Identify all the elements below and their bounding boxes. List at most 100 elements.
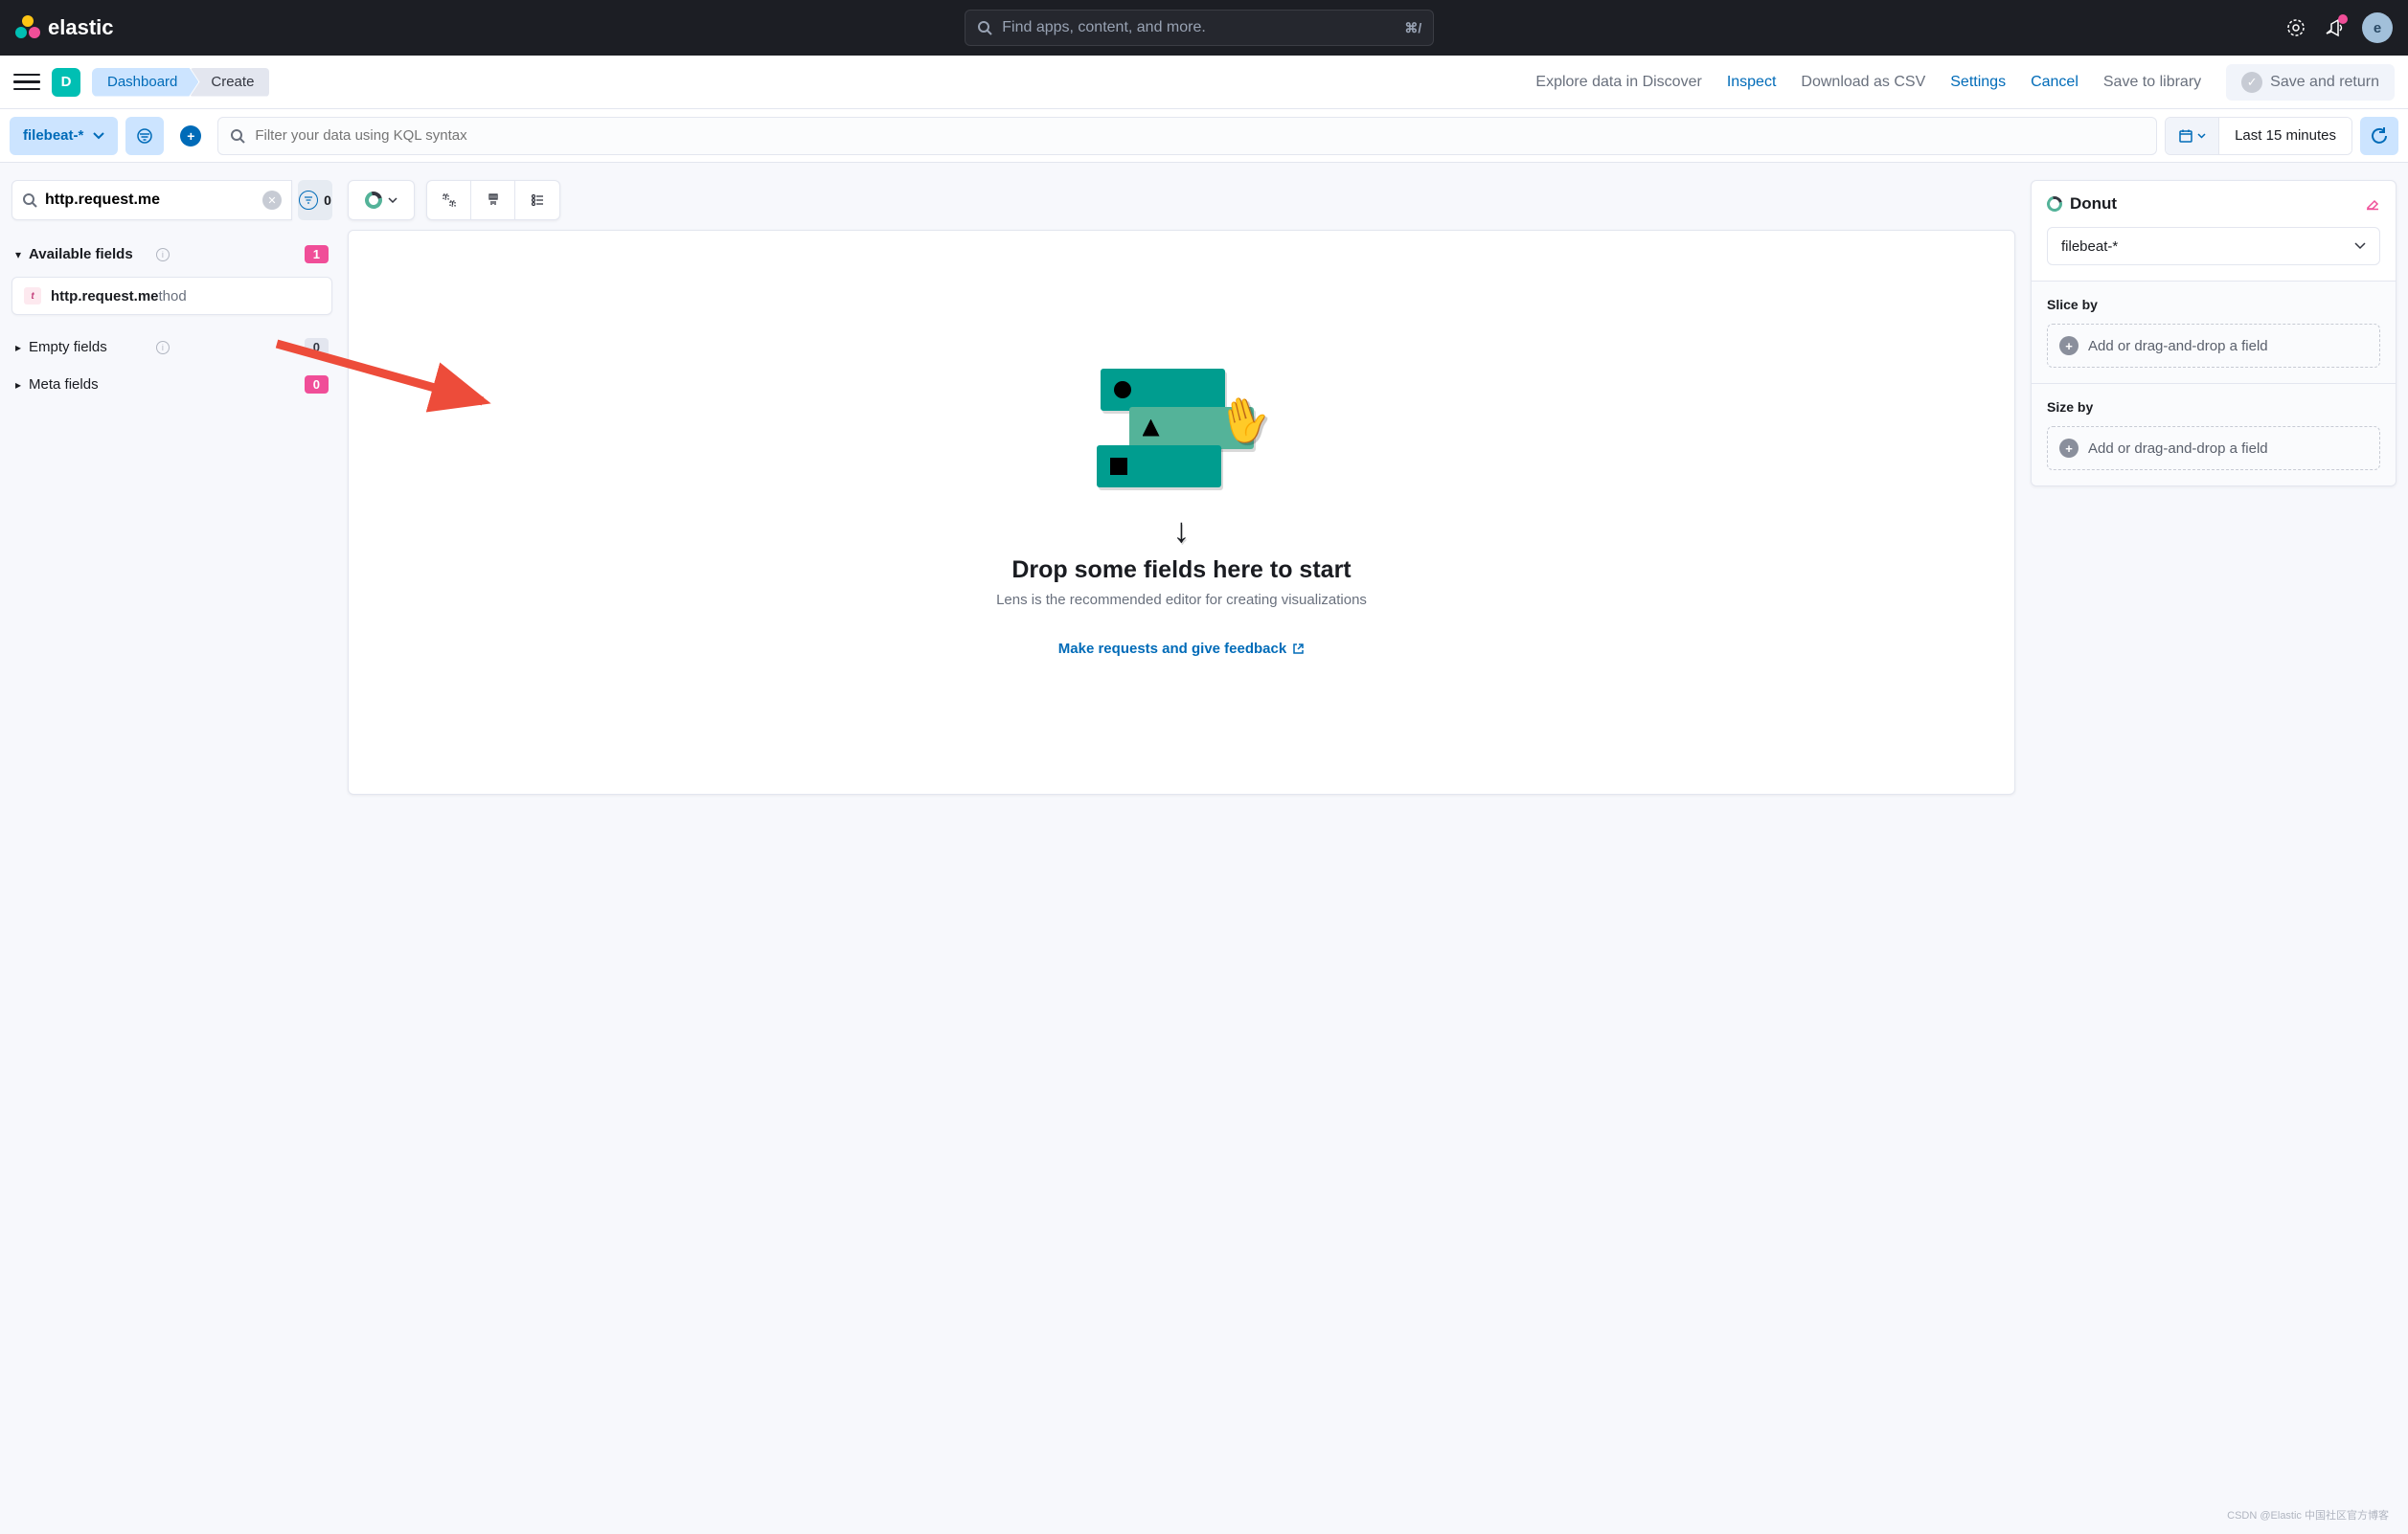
breadcrumb-dashboard[interactable]: Dashboard <box>92 68 198 97</box>
drop-illustration: ✋ <box>1101 369 1263 493</box>
app-header: D Dashboard Create Explore data in Disco… <box>0 56 2408 109</box>
donut-icon <box>362 189 386 213</box>
chevron-right-icon: ▸ <box>15 341 21 354</box>
brush-icon <box>486 192 501 208</box>
chevron-down-icon <box>2197 133 2206 139</box>
search-icon <box>230 128 245 144</box>
refresh-button[interactable] <box>2360 117 2398 155</box>
settings-option-button[interactable] <box>515 181 559 219</box>
data-view-label: filebeat-* <box>23 127 83 144</box>
chevron-down-icon <box>2354 242 2366 250</box>
kql-query-bar[interactable] <box>217 117 2157 155</box>
available-fields-header[interactable]: ▾ Available fields i 1 <box>11 236 332 273</box>
labels-option-button[interactable] <box>427 181 471 219</box>
watermark: CSDN @Elastic 中国社区官方博客 <box>2227 1507 2389 1523</box>
visualization-canvas: ✋ ↓ Drop some fields here to start Lens … <box>348 180 2015 795</box>
global-search[interactable]: ⌘/ <box>965 10 1434 46</box>
data-view-picker[interactable]: filebeat-* <box>10 117 118 155</box>
saved-query-button[interactable] <box>125 117 164 155</box>
plus-icon: + <box>2059 439 2079 458</box>
drop-zone[interactable]: ✋ ↓ Drop some fields here to start Lens … <box>348 230 2015 795</box>
save-library-link[interactable]: Save to library <box>2103 74 2201 91</box>
logo-mark-icon <box>15 15 40 40</box>
chevron-down-icon: ▾ <box>15 248 21 261</box>
time-picker[interactable]: Last 15 minutes <box>2165 117 2352 155</box>
size-by-placeholder: Add or drag-and-drop a field <box>2088 440 2268 457</box>
meta-fields-count: 0 <box>305 375 329 394</box>
field-type-text-icon: t <box>24 287 41 305</box>
field-type-filter-button[interactable]: 0 <box>298 180 332 220</box>
fields-panel: ✕ 0 ▾ Available fields i 1 t http.reques… <box>11 180 332 403</box>
explore-link[interactable]: Explore data in Discover <box>1535 74 1701 91</box>
inspect-link[interactable]: Inspect <box>1727 74 1777 91</box>
brand-text: elastic <box>48 15 114 40</box>
feedback-link[interactable]: Make requests and give feedback <box>1058 641 1305 657</box>
clear-layer-icon[interactable] <box>2365 197 2380 211</box>
popout-icon <box>1292 643 1305 655</box>
sliders-icon <box>530 192 545 208</box>
size-by-section: Size by + Add or drag-and-drop a field <box>2032 383 2396 485</box>
time-range-display[interactable]: Last 15 minutes <box>2219 118 2351 154</box>
cancel-link[interactable]: Cancel <box>2031 74 2079 91</box>
display-options <box>426 180 560 220</box>
plus-icon: + <box>2059 336 2079 355</box>
size-by-drop-target[interactable]: + Add or drag-and-drop a field <box>2047 426 2380 470</box>
arrow-down-icon: ↓ <box>1173 510 1191 551</box>
search-icon <box>22 192 37 208</box>
help-icon[interactable] <box>2285 17 2306 38</box>
slice-by-section: Slice by + Add or drag-and-drop a field <box>2032 281 2396 383</box>
drop-subtitle: Lens is the recommended editor for creat… <box>996 592 1367 608</box>
chart-type-selector[interactable] <box>348 180 415 220</box>
field-search-input[interactable] <box>45 192 255 209</box>
text-icon <box>442 192 457 208</box>
size-by-label: Size by <box>2047 399 2380 415</box>
config-panel: Donut filebeat-* Slice by + Add or drag-… <box>2031 180 2397 486</box>
check-icon: ✓ <box>2241 72 2262 93</box>
global-search-input[interactable] <box>1002 19 1395 36</box>
nav-toggle-icon[interactable] <box>13 69 40 96</box>
layer-data-view-select[interactable]: filebeat-* <box>2047 227 2380 265</box>
settings-link[interactable]: Settings <box>1950 74 2006 91</box>
field-name: http.request.method <box>51 288 187 305</box>
save-return-button[interactable]: ✓ Save and return <box>2226 64 2395 101</box>
field-filter-count: 0 <box>324 192 331 208</box>
chevron-right-icon: ▸ <box>15 378 21 392</box>
time-picker-quick[interactable] <box>2166 118 2219 154</box>
notification-badge <box>2338 14 2348 24</box>
slice-by-drop-target[interactable]: + Add or drag-and-drop a field <box>2047 324 2380 368</box>
top-actions: Explore data in Discover Inspect Downloa… <box>1535 64 2395 101</box>
lens-workspace: ✕ 0 ▾ Available fields i 1 t http.reques… <box>0 163 2408 812</box>
empty-fields-header[interactable]: ▸ Empty fields i 0 <box>11 328 332 366</box>
kql-input[interactable] <box>255 127 2145 144</box>
viz-type-label: Donut <box>2070 194 2357 214</box>
meta-fields-header[interactable]: ▸ Meta fields 0 <box>11 366 332 403</box>
add-filter-button[interactable]: + <box>171 117 210 155</box>
available-fields-label: Available fields <box>29 246 148 262</box>
available-fields-count: 1 <box>305 245 329 263</box>
donut-icon <box>2044 193 2065 214</box>
download-csv-link[interactable]: Download as CSV <box>1801 74 1925 91</box>
empty-fields-count: 0 <box>305 338 329 356</box>
breadcrumb-create: Create <box>190 68 269 97</box>
slice-by-label: Slice by <box>2047 297 2380 312</box>
meta-fields-label: Meta fields <box>29 376 159 393</box>
search-icon <box>977 20 992 35</box>
chevron-down-icon <box>93 132 104 140</box>
refresh-icon <box>2371 127 2388 145</box>
field-item-http-request-method[interactable]: t http.request.method <box>11 277 332 315</box>
calendar-icon <box>2178 128 2193 144</box>
field-search-box[interactable]: ✕ <box>11 180 292 220</box>
newsfeed-icon[interactable] <box>2324 17 2345 38</box>
app-badge[interactable]: D <box>52 68 80 97</box>
breadcrumb: Dashboard Create <box>92 68 269 97</box>
brush-option-button[interactable] <box>471 181 515 219</box>
elastic-logo[interactable]: elastic <box>15 15 114 40</box>
clear-search-icon[interactable]: ✕ <box>262 191 282 210</box>
info-icon[interactable]: i <box>156 248 170 261</box>
save-return-label: Save and return <box>2270 74 2379 91</box>
viz-toolbar <box>348 180 2015 220</box>
filter-bar: filebeat-* + Last 15 minutes <box>0 109 2408 163</box>
user-avatar[interactable]: e <box>2362 12 2393 43</box>
info-icon[interactable]: i <box>156 341 170 354</box>
filter-icon <box>136 127 153 145</box>
